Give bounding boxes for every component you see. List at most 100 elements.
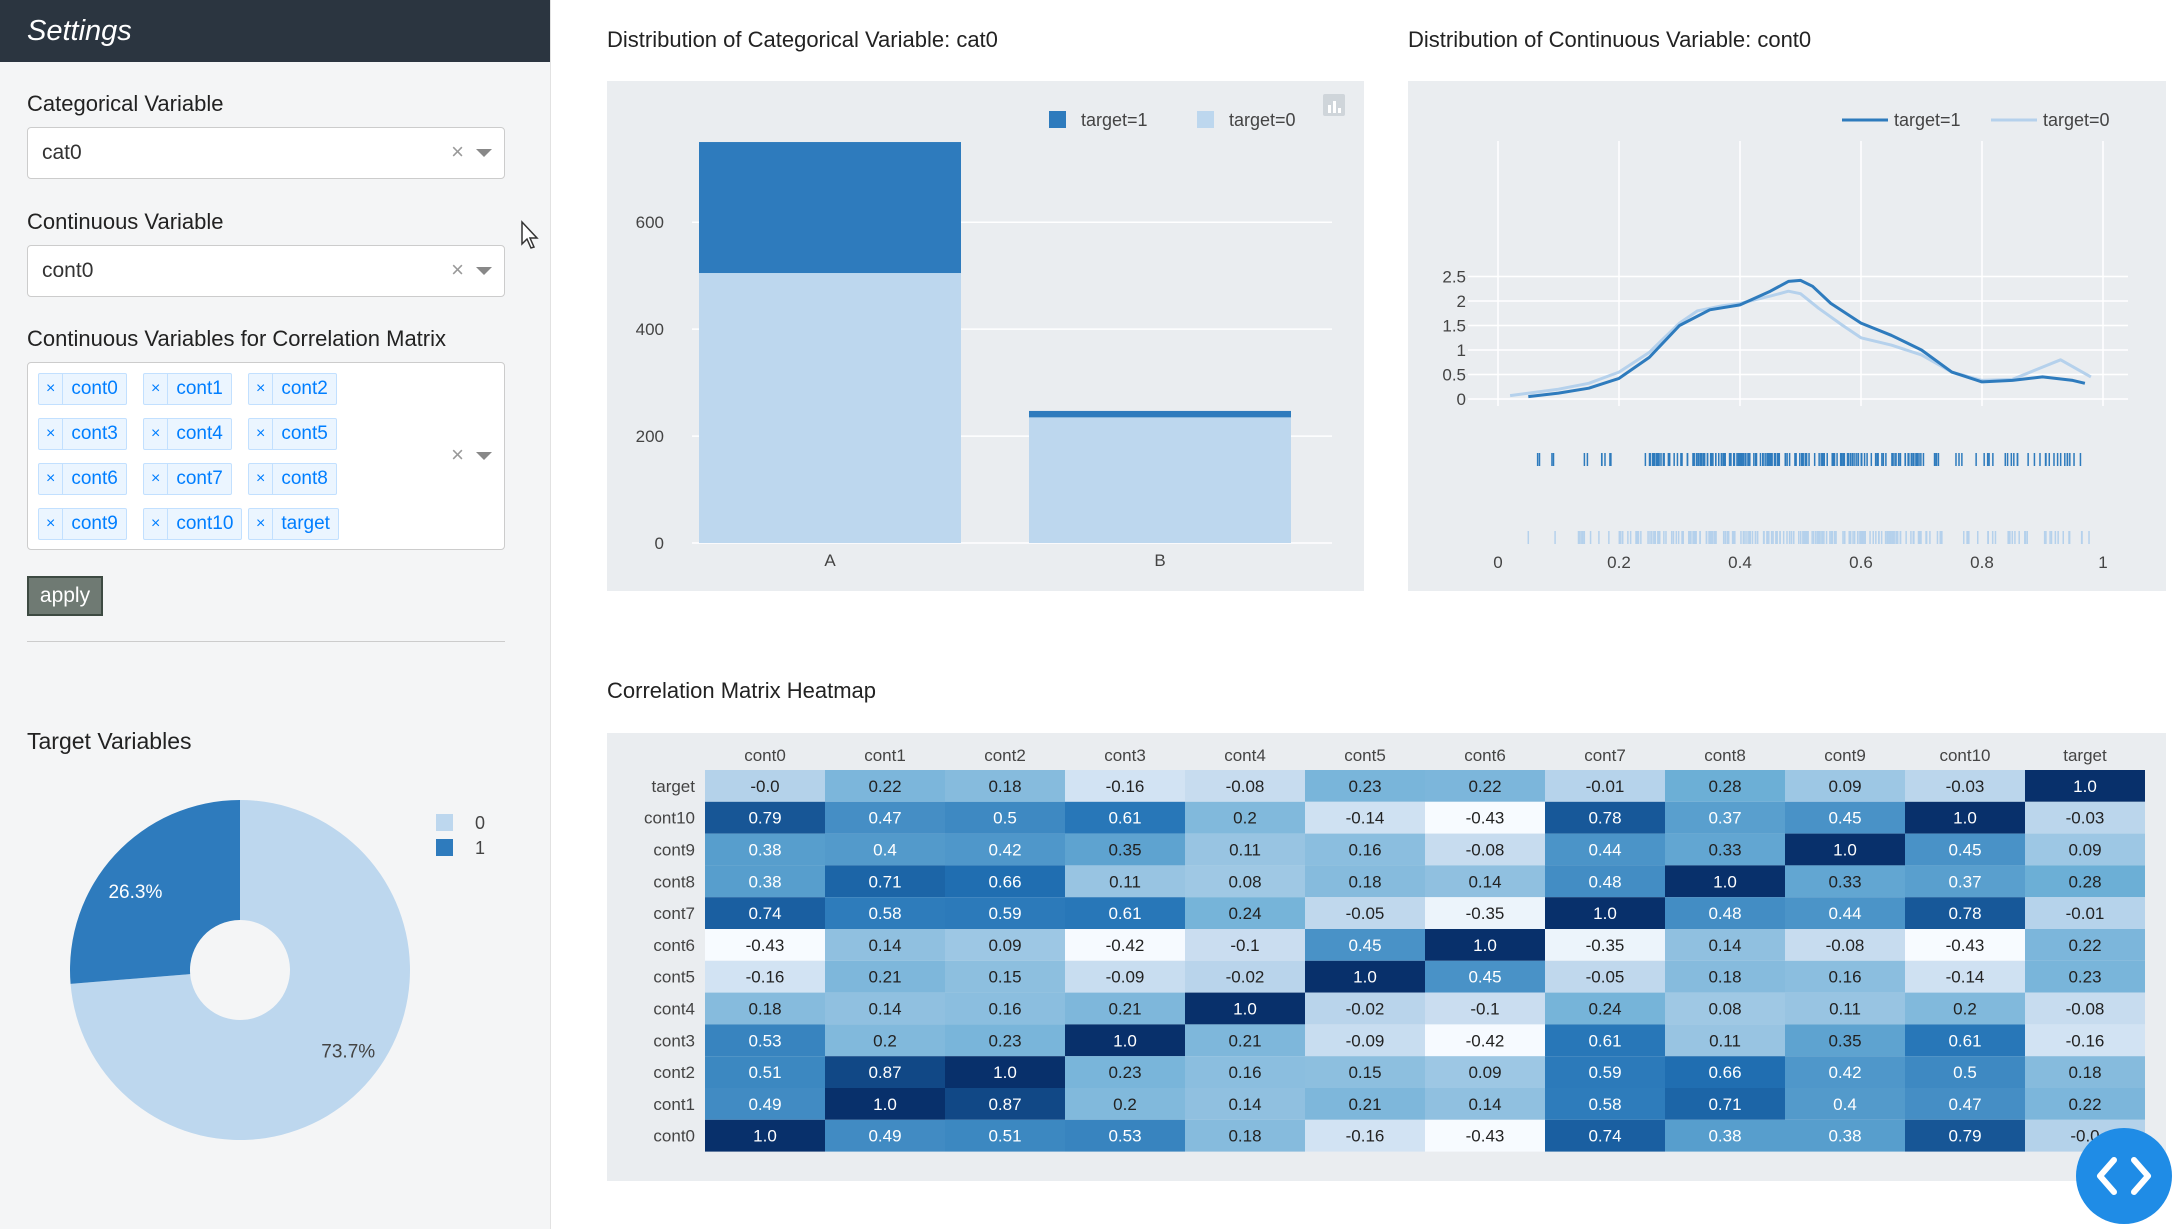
clear-all-icon[interactable]: × bbox=[451, 443, 464, 467]
tag-remove-icon[interactable]: × bbox=[39, 374, 64, 404]
correlation-variables-multiselect[interactable]: × cont0 × cont1 × cont2 × cont3 × cont4 × cont5 × con… bbox=[27, 362, 505, 550]
clear-icon[interactable]: × bbox=[451, 140, 464, 164]
tag-remove-icon[interactable]: × bbox=[249, 464, 274, 494]
heatmap-cell-value: 0.78 bbox=[1948, 904, 1981, 923]
y-tick-label: 2.5 bbox=[1442, 268, 1466, 287]
tag-target: × target bbox=[248, 508, 339, 540]
bar-B-target=1 bbox=[1029, 410, 1291, 418]
y-tick-label: 400 bbox=[636, 320, 664, 339]
tag-label: cont0 bbox=[71, 378, 118, 399]
heatmap-cell-value: 1.0 bbox=[753, 1127, 777, 1146]
x-tick-label: cont0 bbox=[744, 746, 786, 765]
heatmap-cell-value: 0.22 bbox=[2068, 1095, 2101, 1114]
y-tick-label: cont7 bbox=[653, 904, 695, 923]
heatmap-cell-value: 1.0 bbox=[1233, 1000, 1257, 1019]
heatmap-cell-value: 0.15 bbox=[988, 968, 1021, 987]
chevron-down-icon[interactable] bbox=[476, 452, 492, 460]
heatmap-cell-value: 0.09 bbox=[2068, 841, 2101, 860]
heatmap-cell-value: 0.48 bbox=[1708, 904, 1741, 923]
heatmap-cell-value: 0.2 bbox=[1953, 1000, 1977, 1019]
tag-remove-icon[interactable]: × bbox=[144, 509, 169, 539]
x-tick-label: cont1 bbox=[864, 746, 906, 765]
heatmap-cell-value: 0.28 bbox=[1708, 777, 1741, 796]
target-variables-title: Target Variables bbox=[27, 728, 192, 754]
heatmap-cell-value: -0.03 bbox=[2066, 809, 2105, 828]
continuous-variable-select[interactable]: cont0 × bbox=[27, 245, 505, 297]
tag-remove-icon[interactable]: × bbox=[249, 374, 274, 404]
heatmap-cell-value: 0.09 bbox=[1468, 1063, 1501, 1082]
heatmap-cell-value: 0.51 bbox=[988, 1127, 1021, 1146]
bar-B-target=0 bbox=[1029, 417, 1291, 543]
heatmap-cell-value: 0.14 bbox=[1468, 872, 1501, 891]
heatmap-cell-value: 0.71 bbox=[868, 872, 901, 891]
tag-remove-icon[interactable]: × bbox=[249, 419, 274, 449]
heatmap-cell-value: 1.0 bbox=[1953, 809, 1977, 828]
tag-remove-icon[interactable]: × bbox=[144, 464, 169, 494]
target-pie-chart: 73.7% 26.3% 0 1 bbox=[70, 800, 485, 1140]
code-toggle-button[interactable] bbox=[2076, 1128, 2172, 1224]
heatmap-cell-value: 0.58 bbox=[868, 904, 901, 923]
x-tick-label: 0.4 bbox=[1728, 553, 1752, 572]
heatmap-cell-value: 0.51 bbox=[748, 1063, 781, 1082]
heatmap-cell-value: 0.14 bbox=[868, 1000, 901, 1019]
tag-label: target bbox=[281, 513, 330, 534]
heatmap-cell-value: 0.18 bbox=[2068, 1063, 2101, 1082]
heatmap-cell-value: -0.01 bbox=[1586, 777, 1625, 796]
heatmap-cell-value: -0.16 bbox=[1346, 1127, 1385, 1146]
x-tick-label: cont8 bbox=[1704, 746, 1746, 765]
heatmap-cell-value: 0.61 bbox=[1108, 904, 1141, 923]
y-tick-label: 0 bbox=[655, 534, 664, 553]
sidebar-title: Settings bbox=[27, 15, 132, 47]
heatmap-cell-value: 0.37 bbox=[1708, 809, 1741, 828]
tag-remove-icon[interactable]: × bbox=[144, 419, 169, 449]
heatmap-cell-value: 0.22 bbox=[868, 777, 901, 796]
x-tick-label: cont10 bbox=[1939, 746, 1990, 765]
tag-cont5: × cont5 bbox=[248, 418, 337, 450]
x-tick-label: cont3 bbox=[1104, 746, 1146, 765]
y-tick-label: cont4 bbox=[653, 1000, 695, 1019]
tag-remove-icon[interactable]: × bbox=[39, 509, 64, 539]
heatmap-cell-value: 0.21 bbox=[1348, 1095, 1381, 1114]
heatmap-cell-value: 0.33 bbox=[1828, 872, 1861, 891]
tag-label: cont3 bbox=[71, 423, 118, 444]
categorical-variable-select[interactable]: cat0 × bbox=[27, 127, 505, 179]
heatmap-cell-value: 1.0 bbox=[1593, 904, 1617, 923]
kde-chart-title: Distribution of Continuous Variable: con… bbox=[1408, 27, 1812, 52]
heatmap-cell-value: 0.11 bbox=[1229, 841, 1261, 860]
heatmap-cell-value: 0.22 bbox=[2068, 936, 2101, 955]
heatmap-cell-value: 0.87 bbox=[988, 1095, 1021, 1114]
heatmap-cell-value: 0.23 bbox=[1348, 777, 1381, 796]
heatmap-cell-value: 0.44 bbox=[1828, 904, 1861, 923]
y-tick-label: 600 bbox=[636, 213, 664, 232]
chevron-down-icon[interactable] bbox=[476, 267, 492, 275]
tag-remove-icon[interactable]: × bbox=[144, 374, 169, 404]
clear-icon[interactable]: × bbox=[451, 258, 464, 282]
heatmap-cell-value: 0.11 bbox=[1709, 1031, 1741, 1050]
heatmap-cell-value: 0.09 bbox=[988, 936, 1021, 955]
heatmap-cell-value: -0.05 bbox=[1346, 904, 1385, 923]
heatmap-cell-value: 0.23 bbox=[1108, 1063, 1141, 1082]
legend-swatch bbox=[1197, 111, 1214, 128]
tag-remove-icon[interactable]: × bbox=[39, 464, 64, 494]
heatmap-cell-value: 0.78 bbox=[1588, 809, 1621, 828]
tag-cont10: × cont10 bbox=[143, 508, 243, 540]
heatmap-cell-value: 0.38 bbox=[1708, 1127, 1741, 1146]
tag-cont6: × cont6 bbox=[38, 463, 127, 495]
chevron-down-icon[interactable] bbox=[476, 149, 492, 157]
x-tick-label: 0.8 bbox=[1970, 553, 1994, 572]
tag-remove-icon[interactable]: × bbox=[249, 509, 274, 539]
x-tick-label: B bbox=[1154, 551, 1165, 570]
heatmap-cell-value: 1.0 bbox=[873, 1095, 897, 1114]
y-tick-label: cont8 bbox=[653, 872, 695, 891]
y-tick-label: 0 bbox=[1457, 390, 1466, 409]
y-tick-label: cont6 bbox=[653, 936, 695, 955]
heatmap-cell-value: 0.53 bbox=[1108, 1127, 1141, 1146]
heatmap-cell-value: -0.1 bbox=[1230, 936, 1259, 955]
heatmap-cell-value: -0.43 bbox=[1946, 936, 1985, 955]
apply-button[interactable]: apply bbox=[27, 576, 103, 616]
tag-label: cont6 bbox=[71, 468, 118, 489]
tag-remove-icon[interactable]: × bbox=[39, 419, 64, 449]
pie-slice-label: 26.3% bbox=[108, 882, 162, 903]
y-tick-label: cont0 bbox=[653, 1127, 695, 1146]
tag-cont3: × cont3 bbox=[38, 418, 127, 450]
